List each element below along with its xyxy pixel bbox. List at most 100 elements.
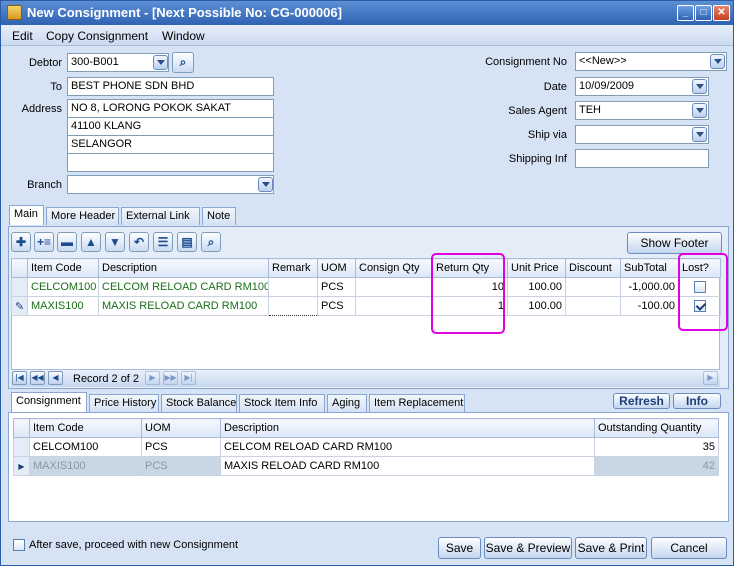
cell-subtotal[interactable]: -1,000.00: [620, 277, 679, 297]
debtor-dropdown-icon[interactable]: [153, 55, 168, 70]
col-outstanding-quantity[interactable]: Outstanding Quantity: [594, 418, 719, 438]
tab-price-history[interactable]: Price History: [89, 394, 159, 412]
menu-copy-consignment[interactable]: Copy Consignment: [46, 29, 148, 43]
consignment-no-dropdown-icon[interactable]: [710, 54, 725, 69]
branch-dropdown-icon[interactable]: [258, 177, 273, 192]
tab-main[interactable]: Main: [9, 205, 44, 225]
list-button[interactable]: ☰: [153, 232, 173, 252]
cell-subtotal[interactable]: -100.00: [620, 296, 679, 316]
move-up-button[interactable]: ▲: [81, 232, 101, 252]
cell-discount[interactable]: [565, 277, 621, 297]
branch-field[interactable]: [67, 175, 274, 194]
tab-stock-balance[interactable]: Stock Balance: [161, 394, 237, 412]
cell-consign-qty[interactable]: [355, 277, 433, 297]
cell-uom[interactable]: PCS: [141, 437, 221, 457]
move-down-button[interactable]: ▼: [105, 232, 125, 252]
row-indicator[interactable]: [13, 437, 30, 457]
cell-consign-qty[interactable]: [355, 296, 433, 316]
after-save-checkbox[interactable]: [13, 539, 25, 551]
show-footer-button[interactable]: Show Footer: [627, 232, 722, 254]
cancel-button[interactable]: Cancel: [651, 537, 727, 559]
next-record-icon[interactable]: ▶: [145, 371, 160, 385]
address-line-3[interactable]: SELANGOR: [67, 135, 274, 154]
delete-row-button[interactable]: ▬: [57, 232, 77, 252]
tab-aging[interactable]: Aging: [327, 394, 367, 412]
address-line-2[interactable]: 41100 KLANG: [67, 117, 274, 136]
col-uom[interactable]: UOM: [141, 418, 221, 438]
close-button[interactable]: ✕: [713, 5, 730, 21]
cell-outstanding-quantity[interactable]: 35: [594, 437, 719, 457]
cell-unit-price[interactable]: 100.00: [507, 277, 566, 297]
prev-page-icon[interactable]: ◀◀: [30, 371, 45, 385]
minimize-button[interactable]: _: [677, 5, 694, 21]
columns-button[interactable]: ▤: [177, 232, 197, 252]
save-button[interactable]: Save: [438, 537, 481, 559]
menu-window[interactable]: Window: [162, 29, 205, 43]
insert-row-button[interactable]: +≡: [34, 232, 54, 252]
col-item-code[interactable]: Item Code: [29, 418, 142, 438]
row-indicator[interactable]: [11, 277, 28, 297]
row-indicator[interactable]: ✎: [11, 296, 28, 316]
cell-remark[interactable]: [268, 277, 318, 297]
cell-description[interactable]: MAXIS RELOAD CARD RM100: [98, 296, 269, 316]
save-preview-button[interactable]: Save & Preview: [484, 537, 572, 559]
add-row-button[interactable]: ✚: [11, 232, 31, 252]
address-line-1[interactable]: NO 8, LORONG POKOK SAKAT: [67, 99, 274, 118]
prev-record-icon[interactable]: ◀: [48, 371, 63, 385]
refresh-button[interactable]: Refresh: [613, 393, 670, 409]
date-dropdown-icon[interactable]: [692, 79, 707, 94]
cell-discount[interactable]: [565, 296, 621, 316]
next-page-icon[interactable]: ▶▶: [163, 371, 178, 385]
cell-item-code[interactable]: MAXIS100: [27, 296, 99, 316]
undo-button[interactable]: ↶: [129, 232, 149, 252]
cell-remark[interactable]: [268, 296, 318, 316]
cell-uom[interactable]: PCS: [141, 456, 221, 476]
table-row[interactable]: CELCOM100 PCS CELCOM RELOAD CARD RM100 3…: [13, 437, 719, 457]
row-indicator[interactable]: ▶: [13, 456, 30, 476]
debtor-search-button[interactable]: ⌕: [172, 52, 194, 73]
cell-description[interactable]: CELCOM RELOAD CARD RM100: [220, 437, 595, 457]
col-subtotal[interactable]: SubTotal: [620, 258, 679, 278]
cell-item-code[interactable]: MAXIS100: [29, 456, 142, 476]
info-button[interactable]: Info: [673, 393, 721, 409]
scroll-right-icon[interactable]: ▶: [703, 371, 718, 385]
last-record-icon[interactable]: ▶|: [181, 371, 196, 385]
tab-item-replacement[interactable]: Item Replacement: [369, 394, 465, 412]
tab-stock-item-info[interactable]: Stock Item Info: [239, 394, 325, 412]
tab-note[interactable]: Note: [202, 207, 236, 225]
sales-agent-field[interactable]: TEH: [575, 101, 709, 120]
cell-uom[interactable]: PCS: [317, 277, 356, 297]
shipping-inf-field[interactable]: [575, 149, 709, 168]
to-field[interactable]: BEST PHONE SDN BHD: [67, 77, 274, 96]
table-row[interactable]: ✎ MAXIS100 MAXIS RELOAD CARD RM100 PCS 1…: [11, 296, 721, 316]
cell-uom[interactable]: PCS: [317, 296, 356, 316]
table-row[interactable]: ▶ MAXIS100 PCS MAXIS RELOAD CARD RM100 4…: [13, 456, 719, 476]
cell-description[interactable]: CELCOM RELOAD CARD RM100: [98, 277, 269, 297]
date-field[interactable]: 10/09/2009: [575, 77, 709, 96]
col-description[interactable]: Description: [220, 418, 595, 438]
cell-item-code[interactable]: CELCOM100: [27, 277, 99, 297]
sales-agent-dropdown-icon[interactable]: [692, 103, 707, 118]
col-item-code[interactable]: Item Code: [27, 258, 99, 278]
cell-description[interactable]: MAXIS RELOAD CARD RM100: [220, 456, 595, 476]
save-print-button[interactable]: Save & Print: [575, 537, 647, 559]
cell-item-code[interactable]: CELCOM100: [29, 437, 142, 457]
find-button[interactable]: ⌕: [201, 232, 221, 252]
col-uom[interactable]: UOM: [317, 258, 356, 278]
col-discount[interactable]: Discount: [565, 258, 621, 278]
menu-edit[interactable]: Edit: [12, 29, 33, 43]
first-record-icon[interactable]: |◀: [12, 371, 27, 385]
maximize-button[interactable]: □: [695, 5, 712, 21]
col-remark[interactable]: Remark: [268, 258, 318, 278]
tab-more-header[interactable]: More Header: [46, 207, 119, 225]
address-line-4[interactable]: [67, 153, 274, 172]
ship-via-dropdown-icon[interactable]: [692, 127, 707, 142]
cell-unit-price[interactable]: 100.00: [507, 296, 566, 316]
tab-external-link[interactable]: External Link: [121, 207, 200, 225]
cell-outstanding-quantity[interactable]: 42: [594, 456, 719, 476]
tab-consignment[interactable]: Consignment: [11, 392, 87, 412]
table-row[interactable]: CELCOM100 CELCOM RELOAD CARD RM100 PCS 1…: [11, 277, 721, 297]
col-consign-qty[interactable]: Consign Qty: [355, 258, 433, 278]
ship-via-field[interactable]: [575, 125, 709, 144]
consignment-no-field[interactable]: <<New>>: [575, 52, 727, 71]
